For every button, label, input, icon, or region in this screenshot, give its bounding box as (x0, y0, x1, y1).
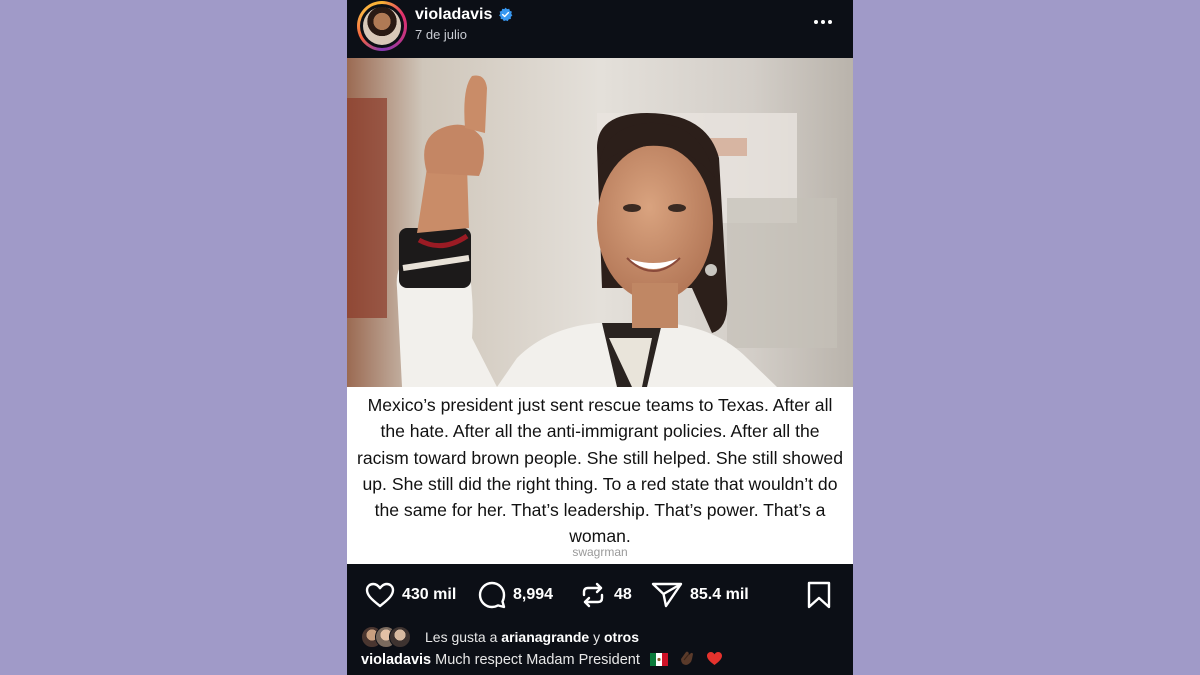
liked-by-text: Les gusta a arianagrande y otros (425, 629, 639, 645)
comment-icon (478, 581, 506, 609)
liked-by-others[interactable]: otros (604, 629, 639, 645)
photo-illustration (347, 58, 853, 387)
verified-badge-icon (499, 7, 513, 22)
liked-by-user[interactable]: arianagrande (501, 629, 589, 645)
post-header: violadavis 7 de julio (347, 0, 853, 58)
watermark: swagrman (572, 545, 628, 559)
repost-button[interactable]: 48 (579, 582, 632, 608)
liked-by-prefix: Les gusta a (425, 629, 498, 645)
repost-icon (582, 582, 604, 608)
action-bar: 430 mil 8,994 48 85.4 mil (347, 564, 853, 626)
like-button[interactable]: 430 mil (365, 582, 456, 608)
story-ring[interactable] (357, 1, 407, 51)
share-button[interactable]: 85.4 mil (651, 582, 749, 608)
like-count: 430 mil (402, 586, 457, 603)
more-options-icon[interactable] (812, 12, 834, 32)
post-caption: Mexico’s president just sent rescue team… (356, 395, 844, 547)
comment-button[interactable]: 8,994 (478, 581, 554, 609)
share-count: 85.4 mil (690, 586, 749, 603)
red-heart-icon (706, 652, 722, 665)
instagram-post: violadavis 7 de julio Mexico’s president… (347, 0, 853, 675)
liked-by-joiner: y (593, 629, 601, 645)
comment-text: Much respect Madam President (435, 652, 640, 668)
comment-username[interactable]: violadavis (361, 652, 431, 668)
caption-card: Mexico’s president just sent rescue team… (347, 387, 853, 564)
liker-avatar (389, 626, 411, 648)
avatar-image (363, 7, 401, 45)
caption-comment: violadavis Much respect Madam President (361, 650, 723, 668)
heart-icon (365, 582, 395, 608)
post-username[interactable]: violadavis (415, 6, 492, 24)
post-photo[interactable] (347, 58, 853, 387)
bookmark-icon[interactable] (806, 581, 832, 609)
comment-count: 8,994 (513, 586, 554, 603)
avatar[interactable] (360, 4, 404, 48)
send-icon (651, 582, 683, 608)
clapping-hands-icon (680, 651, 693, 665)
post-date: 7 de julio (415, 27, 468, 42)
mexico-flag-icon (649, 653, 668, 666)
repost-count: 48 (614, 586, 632, 603)
liked-by-row[interactable]: Les gusta a arianagrande y otros (361, 626, 841, 648)
